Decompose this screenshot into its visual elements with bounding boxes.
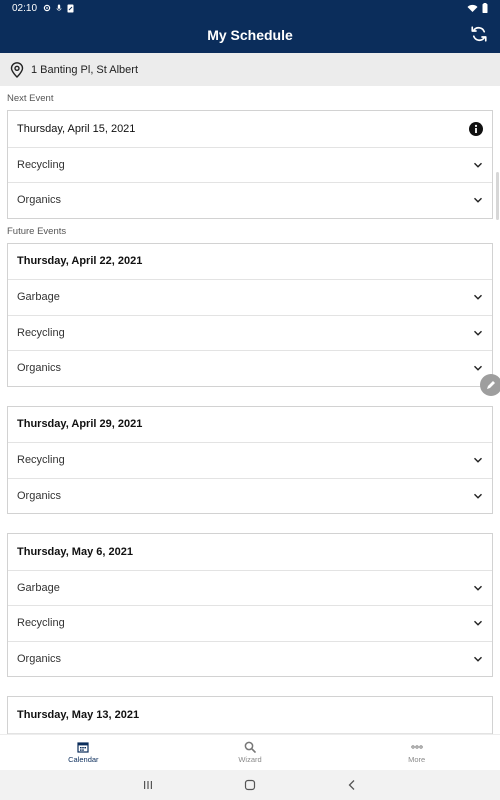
search-icon [244, 741, 256, 753]
event-date-row: Thursday, April 29, 2021 [8, 407, 492, 443]
future-event-card: Thursday, April 22, 2021 Garbage Recycli… [7, 242, 493, 387]
battery-saver-status-icon [67, 4, 74, 12]
event-date-row: Thursday, April 15, 2021 [8, 111, 492, 147]
address-text: 1 Banting Pl, St Albert [31, 63, 139, 76]
list-item-organics[interactable]: Organics [8, 640, 492, 677]
nav-more[interactable]: More [333, 735, 500, 770]
list-item-recycling[interactable]: Recycling [8, 314, 492, 351]
chevron-down-icon [474, 585, 482, 591]
list-item-recycling[interactable]: Recycling [8, 146, 492, 183]
nav-calendar[interactable]: Calendar [0, 735, 167, 770]
list-item-recycling[interactable]: Recycling [8, 605, 492, 641]
nav-more-label: More [408, 755, 426, 764]
list-item-organics[interactable]: Organics [8, 477, 492, 514]
system-icons [467, 3, 488, 13]
info-icon[interactable] [469, 121, 483, 136]
chevron-down-icon [474, 457, 482, 463]
nav-calendar-label: Calendar [68, 755, 99, 764]
mic-status-icon [56, 4, 62, 11]
event-date-row: Thursday, May 13, 2021 [8, 697, 492, 733]
item-label: Organics [17, 194, 62, 207]
notification-icons [43, 4, 74, 13]
bottom-nav: Calendar Wizard More [0, 734, 500, 770]
list-item-recycling[interactable]: Recycling [8, 442, 492, 478]
app-bar: My Schedule [0, 16, 500, 53]
next-event-card: Thursday, April 15, 2021 Recycling Organ… [7, 110, 493, 219]
event-date: Thursday, April 22, 2021 [17, 255, 143, 268]
item-label: Recycling [17, 326, 65, 339]
wifi-icon [467, 4, 478, 12]
chevron-down-icon [474, 620, 482, 626]
item-label: Organics [17, 489, 62, 502]
status-bar: 02:10 [0, 0, 500, 16]
item-label: Organics [17, 652, 62, 665]
edit-button[interactable] [480, 374, 500, 396]
event-date: Thursday, May 6, 2021 [17, 545, 133, 558]
item-label: Garbage [17, 291, 60, 304]
chevron-down-icon [474, 197, 482, 203]
nav-wizard-label: Wizard [238, 755, 262, 764]
address-bar[interactable]: 1 Banting Pl, St Albert [0, 53, 500, 86]
item-label: Recycling [17, 454, 65, 467]
chevron-down-icon [474, 365, 482, 371]
future-event-card: Thursday, May 13, 2021 [7, 696, 493, 734]
status-time: 02:10 [12, 2, 38, 14]
chevron-down-icon [474, 656, 482, 662]
item-label: Recycling [17, 617, 65, 630]
event-date-row: Thursday, May 6, 2021 [8, 534, 492, 570]
battery-icon [482, 3, 488, 13]
more-icon [411, 745, 423, 749]
future-event-card: Thursday, May 6, 2021 Garbage Recycling … [7, 533, 493, 677]
home-icon[interactable] [244, 779, 256, 791]
location-pin-icon [10, 61, 24, 78]
list-item-garbage[interactable]: Garbage [8, 279, 492, 315]
list-item-organics[interactable]: Organics [8, 350, 492, 386]
pencil-icon [487, 381, 495, 389]
list-item-organics[interactable]: Organics [8, 182, 492, 218]
schedule-list[interactable]: Next Event Thursday, April 15, 2021 Recy… [0, 86, 500, 734]
item-label: Garbage [17, 581, 60, 594]
chevron-down-icon [474, 162, 482, 168]
future-events-label: Future Events [7, 225, 67, 237]
system-navigation-bar [0, 770, 500, 800]
chevron-down-icon [474, 330, 482, 336]
settings-status-icon [43, 4, 51, 12]
list-item-garbage[interactable]: Garbage [8, 569, 492, 606]
scrollbar[interactable] [496, 172, 499, 220]
event-date: Thursday, April 15, 2021 [17, 122, 136, 135]
page-title: My Schedule [207, 26, 293, 43]
next-event-label: Next Event [7, 93, 54, 104]
event-date: Thursday, April 29, 2021 [17, 418, 143, 431]
item-label: Recycling [17, 158, 65, 171]
recent-apps-icon[interactable] [142, 779, 154, 791]
item-label: Organics [17, 362, 62, 375]
event-date: Thursday, May 13, 2021 [17, 708, 140, 721]
future-event-card: Thursday, April 29, 2021 Recycling Organ… [7, 405, 493, 514]
nav-wizard[interactable]: Wizard [167, 735, 334, 770]
calendar-icon [77, 742, 89, 753]
refresh-icon[interactable] [470, 25, 488, 43]
event-date-row: Thursday, April 22, 2021 [8, 244, 492, 280]
chevron-down-icon [474, 294, 482, 300]
back-icon[interactable] [346, 779, 358, 791]
chevron-down-icon [474, 493, 482, 499]
